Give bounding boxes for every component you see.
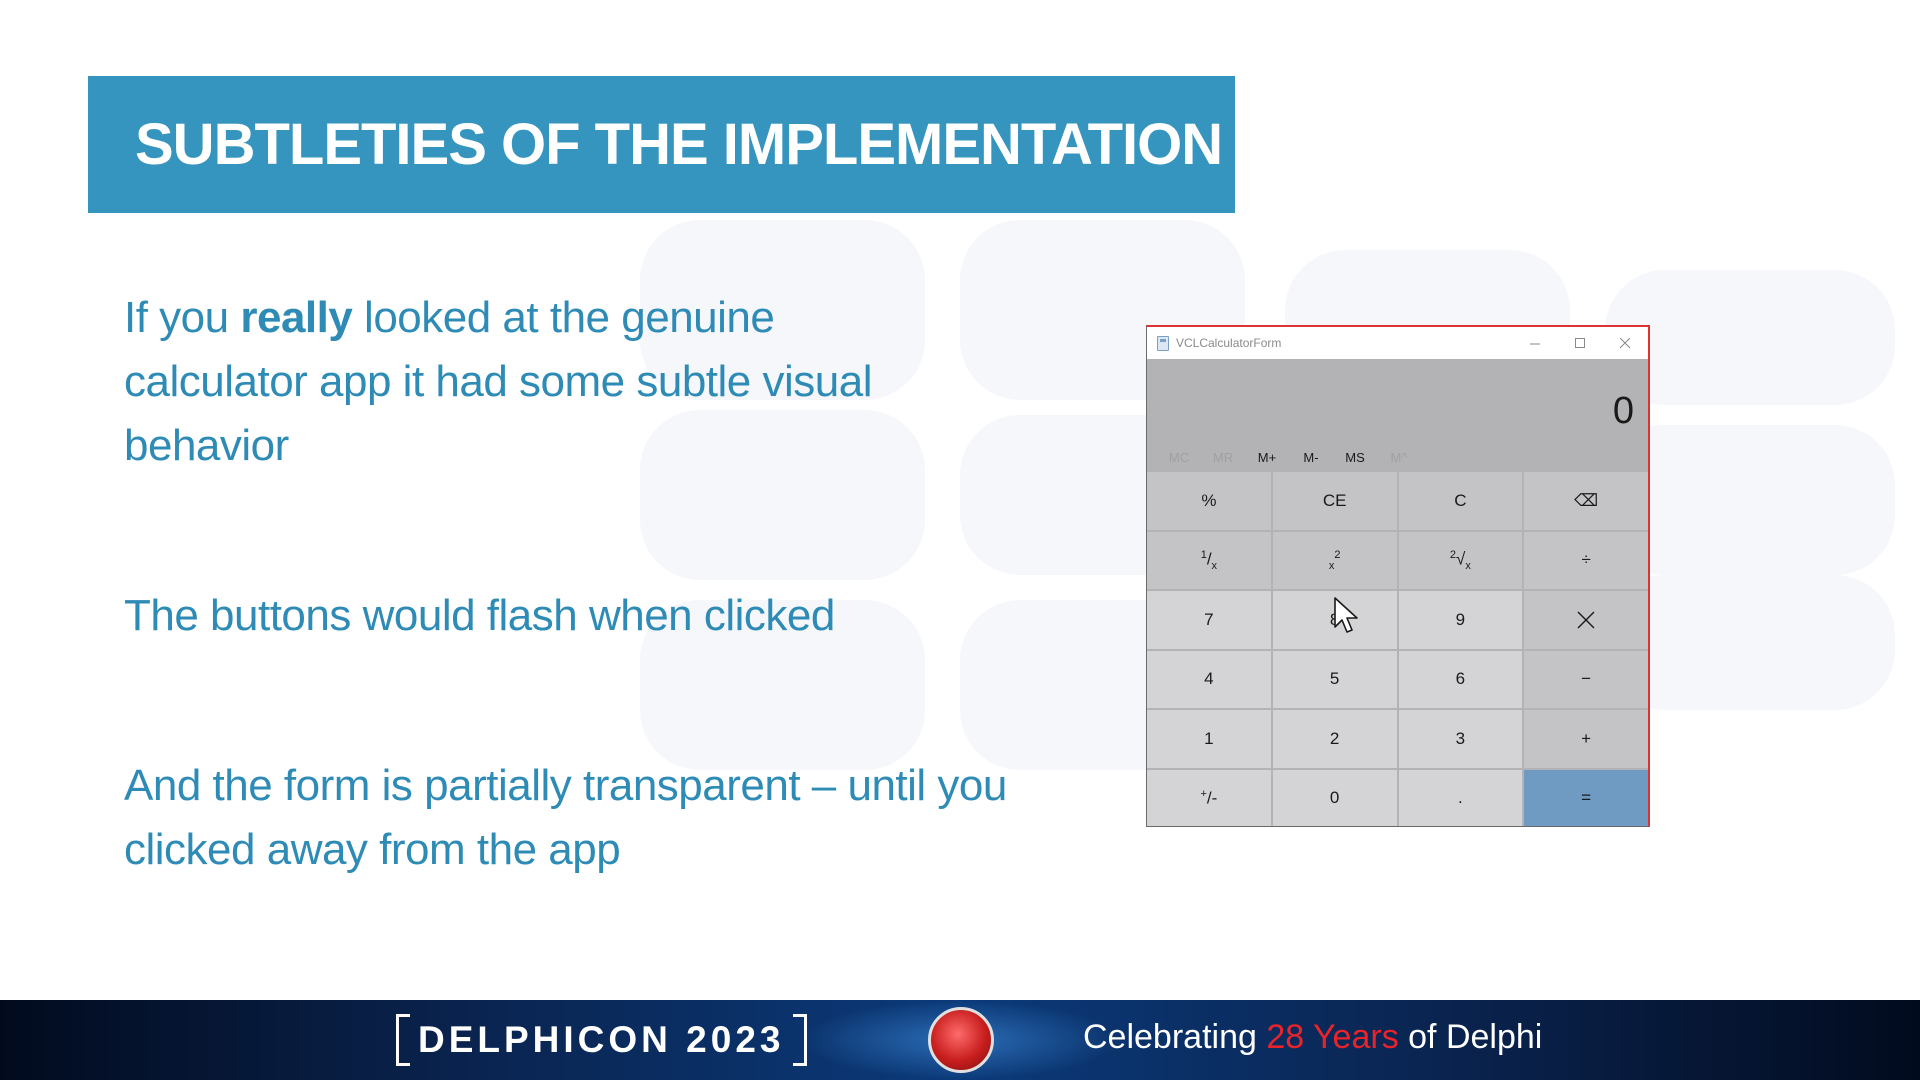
subtract-button[interactable]: − (1524, 650, 1648, 708)
digit-0-button[interactable]: 0 (1272, 769, 1397, 826)
reciprocal-button[interactable]: 1/x (1147, 531, 1271, 589)
digit-9-button[interactable]: 9 (1398, 591, 1523, 649)
footer-banner: DELPHICON 2023 Celebrating 28 Years of D… (0, 1000, 1920, 1080)
digit-2-button[interactable]: 2 (1272, 710, 1397, 768)
bracket-left (396, 1014, 410, 1066)
memory-add-button[interactable]: M+ (1245, 450, 1289, 465)
negate-minus: /- (1206, 788, 1218, 808)
digit-7-button[interactable]: 7 (1147, 591, 1271, 649)
digit-1-button[interactable]: 1 (1147, 710, 1271, 768)
display-value: 0 (1612, 390, 1634, 432)
negate-label: +/- (1200, 788, 1217, 809)
delphi-helmet-logo (928, 1007, 994, 1073)
multiply-button[interactable] (1524, 591, 1648, 649)
event-brand: DELPHICON 2023 (396, 1014, 807, 1066)
backspace-icon: ⌫ (1574, 490, 1599, 510)
negate-button[interactable]: +/- (1147, 769, 1271, 826)
root-symbol: √ (1456, 549, 1466, 569)
close-icon (1620, 337, 1631, 348)
calculator-window: VCLCalculatorForm 0 MC MR M+ M- MS M^ % … (1146, 325, 1650, 827)
para1-pre: If you (124, 293, 241, 342)
square-label: x2 (1329, 549, 1341, 572)
memory-recall-button[interactable]: MR (1201, 450, 1245, 465)
root-radicand: x (1465, 559, 1471, 572)
memory-clear-button[interactable]: MC (1157, 450, 1201, 465)
reciprocal-denominator: x (1211, 559, 1218, 572)
memory-list-button[interactable]: M^ (1377, 450, 1421, 465)
reciprocal-numerator: 1 (1200, 548, 1207, 561)
minimize-button[interactable] (1513, 327, 1558, 359)
square-button[interactable]: x2 (1272, 531, 1397, 589)
digit-4-button[interactable]: 4 (1147, 650, 1271, 708)
close-button[interactable] (1603, 327, 1648, 359)
multiply-icon (1577, 611, 1595, 629)
paragraph-buttons-flash: The buttons would flash when clicked (124, 591, 835, 640)
divide-button[interactable]: ÷ (1524, 531, 1648, 589)
minimize-icon (1530, 343, 1540, 344)
footer-tagline: Celebrating 28 Years of Delphi (1083, 1018, 1542, 1057)
memory-store-button[interactable]: MS (1333, 450, 1377, 465)
bracket-right (792, 1014, 807, 1066)
maximize-button[interactable] (1558, 327, 1603, 359)
window-controls (1513, 327, 1648, 359)
maximize-icon (1575, 337, 1585, 348)
calculator-display: 0 (1147, 359, 1648, 437)
clear-entry-button[interactable]: CE (1272, 472, 1397, 530)
square-root-button[interactable]: 2√x (1398, 531, 1523, 589)
equals-button[interactable]: = (1524, 769, 1648, 826)
paragraph-really-looked: If you really looked at the genuine calc… (124, 286, 964, 478)
mouse-cursor-icon (1334, 597, 1358, 633)
memory-row: MC MR M+ M- MS M^ (1147, 437, 1648, 477)
calculator-titlebar[interactable]: VCLCalculatorForm (1147, 327, 1648, 359)
add-button[interactable]: + (1524, 710, 1648, 768)
paragraph-form-transparent: And the form is partially transparent – … (124, 761, 1007, 874)
memory-subtract-button[interactable]: M- (1289, 450, 1333, 465)
square-exponent: 2 (1334, 548, 1341, 561)
calculator-keypad: % CE C ⌫ 1/x x2 2√x ÷ 7 8 9 4 5 6 − 1 2 … (1147, 472, 1648, 826)
percent-button[interactable]: % (1147, 472, 1271, 530)
tagline-accent: 28 Years (1266, 1018, 1399, 1056)
square-root-label: 2√x (1450, 549, 1471, 572)
tagline-post: of Delphi (1398, 1018, 1543, 1056)
title-banner: SUBTLETIES OF THE IMPLEMENTATION (88, 76, 1235, 213)
backspace-button[interactable]: ⌫ (1524, 472, 1648, 530)
decimal-button[interactable]: . (1398, 769, 1523, 826)
para1-bold: really (240, 293, 353, 342)
calculator-app-icon (1157, 335, 1169, 351)
square-base: x (1328, 559, 1335, 572)
brand-text: DELPHICON 2023 (418, 1019, 785, 1060)
digit-6-button[interactable]: 6 (1398, 650, 1523, 708)
clear-button[interactable]: C (1398, 472, 1523, 530)
digit-3-button[interactable]: 3 (1398, 710, 1523, 768)
tagline-pre: Celebrating (1083, 1018, 1267, 1056)
digit-5-button[interactable]: 5 (1272, 650, 1397, 708)
slide-title: SUBTLETIES OF THE IMPLEMENTATION (135, 112, 1223, 177)
window-title: VCLCalculatorForm (1176, 336, 1282, 350)
reciprocal-label: 1/x (1200, 548, 1218, 572)
